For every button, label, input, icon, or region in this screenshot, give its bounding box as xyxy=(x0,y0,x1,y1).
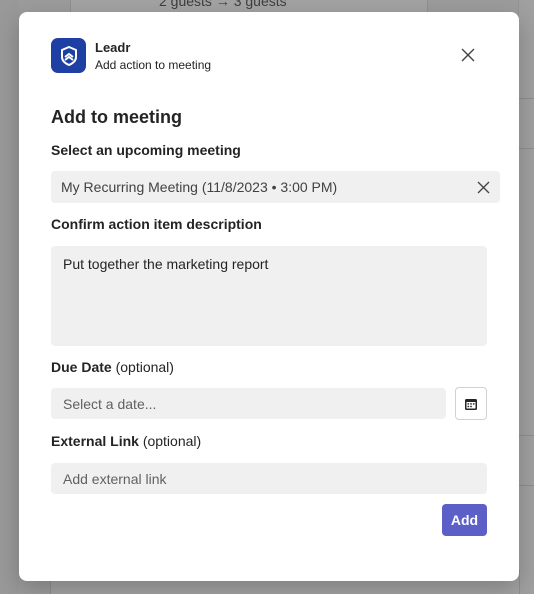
calendar-button[interactable] xyxy=(455,387,487,420)
close-button[interactable] xyxy=(461,45,475,65)
add-action-dialog: Leadr Add action to meeting Add to meeti… xyxy=(19,12,519,581)
external-link-label: External Link (optional) xyxy=(51,433,201,449)
description-label: Confirm action item description xyxy=(51,216,262,232)
clear-icon xyxy=(477,181,489,193)
meeting-select[interactable]: My Recurring Meeting (11/8/2023 • 3:00 P… xyxy=(51,171,500,203)
external-link-input[interactable] xyxy=(51,463,487,494)
app-name: Leadr xyxy=(95,40,131,55)
due-date-label-text: Due Date xyxy=(51,359,112,375)
meeting-label: Select an upcoming meeting xyxy=(51,142,241,158)
add-button[interactable]: Add xyxy=(442,504,487,536)
external-link-optional: (optional) xyxy=(142,433,202,449)
clear-meeting-button[interactable] xyxy=(475,179,491,195)
calendar-icon xyxy=(465,398,477,410)
leadr-logo-icon xyxy=(51,38,86,73)
external-link-label-text: External Link xyxy=(51,433,139,449)
due-date-optional: (optional) xyxy=(115,359,174,375)
app-subtitle: Add action to meeting xyxy=(95,58,212,72)
meeting-select-value: My Recurring Meeting (11/8/2023 • 3:00 P… xyxy=(61,179,338,195)
due-date-input[interactable] xyxy=(51,388,446,419)
description-textarea[interactable]: Put together the marketing report xyxy=(51,246,487,346)
due-date-label: Due Date (optional) xyxy=(51,359,174,375)
dialog-title: Add to meeting xyxy=(51,107,182,127)
close-icon xyxy=(461,48,475,62)
